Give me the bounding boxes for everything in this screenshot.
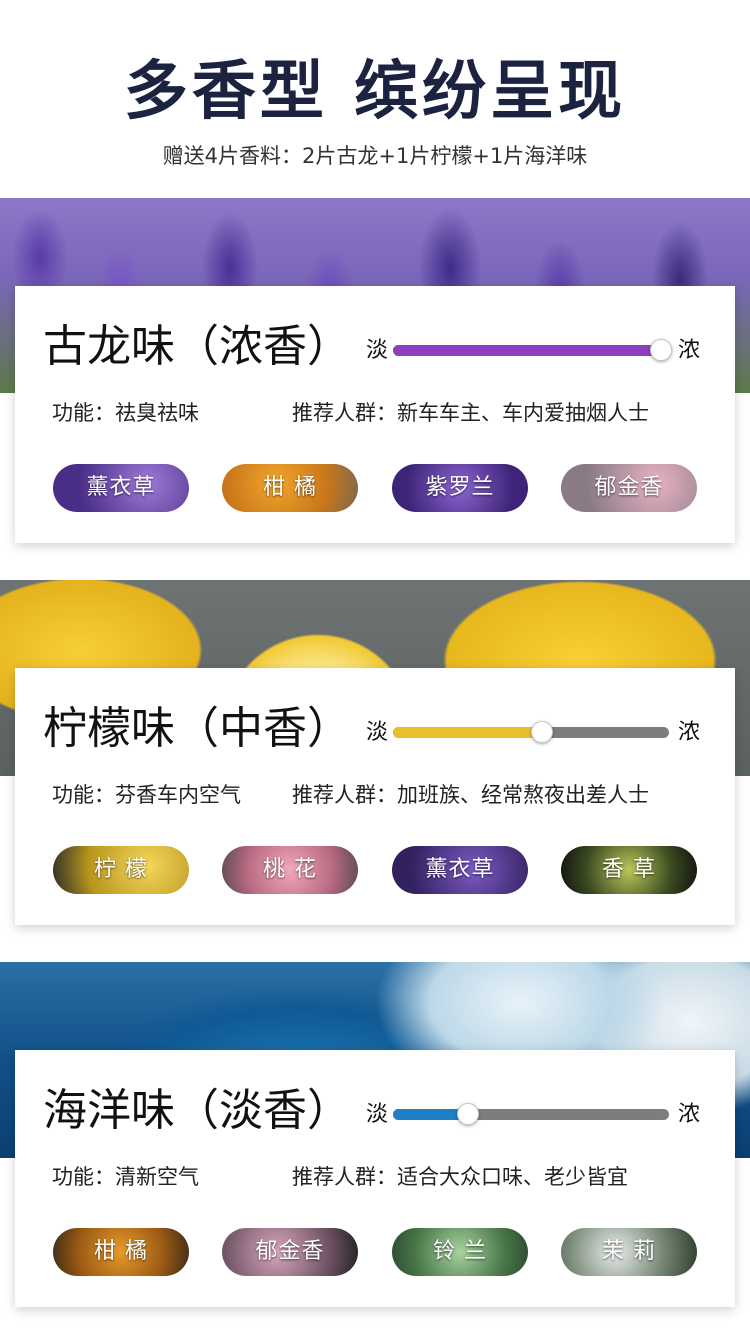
- page-subtitle: 赠送4片香料：2片古龙+1片柠檬+1片海洋味: [162, 144, 588, 168]
- slider-strong-label: 浓: [678, 720, 701, 745]
- intensity-slider[interactable]: [393, 339, 672, 361]
- slider-thumb[interactable]: [531, 721, 554, 743]
- note-chip-jasmine[interactable]: 茉 莉: [561, 1228, 697, 1276]
- scent-card-lemon: 柠檬味（中香） 淡 浓 功能：芬香车内空气 推荐人群：加班族、经常熬夜出差人士 …: [15, 668, 735, 925]
- scent-name: 海洋味（淡香）: [43, 1085, 351, 1136]
- scent-card-ocean: 海洋味（淡香） 淡 浓 功能：清新空气 推荐人群：适合大众口味、老少皆宜 柑 橘…: [15, 1050, 735, 1307]
- note-chip-violet[interactable]: 紫罗兰: [392, 464, 528, 512]
- scent-name: 古龙味（浓香）: [43, 321, 351, 372]
- note-chip-vanilla[interactable]: 香 草: [561, 846, 697, 894]
- function-text: 功能：祛臭祛味: [52, 401, 199, 425]
- slider-fill: [393, 727, 543, 738]
- recommended-crowd-text: 推荐人群：加班族、经常熬夜出差人士: [292, 783, 649, 807]
- page-title: 多香型 缤纷呈现: [123, 55, 627, 129]
- note-chip-lily-of-valley[interactable]: 铃 兰: [392, 1228, 528, 1276]
- slider-thumb[interactable]: [649, 339, 672, 361]
- note-chip-orange[interactable]: 柑 橘: [222, 464, 358, 512]
- intensity-slider[interactable]: [393, 1103, 669, 1125]
- slider-fill: [393, 345, 661, 356]
- slider-strong-label: 浓: [678, 338, 701, 363]
- function-text: 功能：芬香车内空气: [52, 783, 241, 807]
- note-chip-lavender[interactable]: 薰衣草: [392, 846, 528, 894]
- note-chip-orange[interactable]: 柑 橘: [53, 1228, 189, 1276]
- note-chip-peach-blossom[interactable]: 桃 花: [222, 846, 358, 894]
- slider-thumb[interactable]: [456, 1103, 479, 1125]
- intensity-slider[interactable]: [393, 721, 669, 743]
- note-chip-tulip[interactable]: 郁金香: [561, 464, 697, 512]
- slider-strong-label: 浓: [678, 1102, 701, 1127]
- note-chip-tulip[interactable]: 郁金香: [222, 1228, 358, 1276]
- scent-name: 柠檬味（中香）: [43, 703, 351, 754]
- slider-light-label: 淡: [366, 720, 389, 745]
- scent-card-cologne: 古龙味（浓香） 淡 浓 功能：祛臭祛味 推荐人群：新车车主、车内爱抽烟人士 薰衣…: [15, 286, 735, 543]
- function-text: 功能：清新空气: [52, 1165, 199, 1189]
- recommended-crowd-text: 推荐人群：适合大众口味、老少皆宜: [292, 1165, 628, 1189]
- recommended-crowd-text: 推荐人群：新车车主、车内爱抽烟人士: [292, 401, 649, 425]
- header: 多香型 缤纷呈现 赠送4片香料：2片古龙+1片柠檬+1片海洋味: [0, 0, 750, 198]
- slider-light-label: 淡: [366, 338, 389, 363]
- note-chip-lavender[interactable]: 薰衣草: [53, 464, 189, 512]
- note-chip-lemon[interactable]: 柠 檬: [53, 846, 189, 894]
- slider-light-label: 淡: [366, 1102, 389, 1127]
